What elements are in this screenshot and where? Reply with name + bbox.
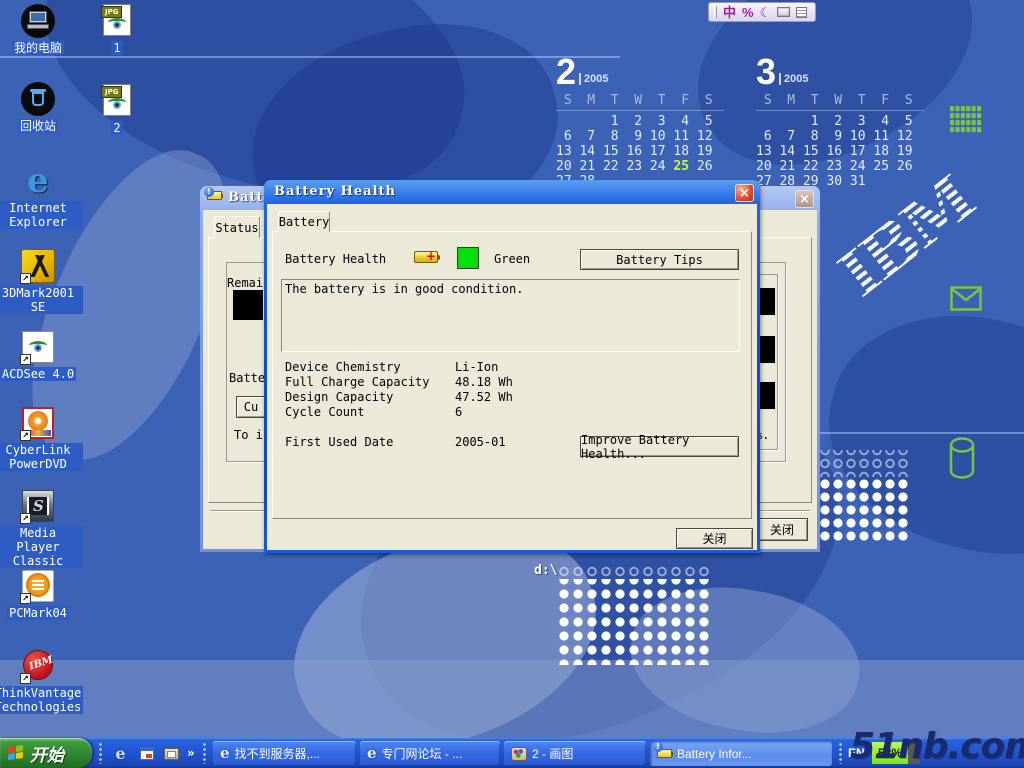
tab-battery[interactable]: Battery bbox=[278, 211, 330, 232]
jpg-file-icon: JPG bbox=[103, 4, 131, 36]
task-button-ie-2[interactable]: e 专门网论坛 - ... bbox=[360, 741, 500, 766]
3dmark-icon: ↗ bbox=[21, 249, 55, 283]
language-bar[interactable]: 中 % ☾ bbox=[708, 2, 816, 22]
watermark: 51nb.com bbox=[850, 726, 1024, 767]
powerdvd-icon: ↗ bbox=[21, 406, 55, 440]
ie-icon: e bbox=[220, 746, 230, 761]
my-computer-icon bbox=[21, 4, 55, 38]
recycle-bin-icon bbox=[21, 82, 55, 116]
desktop: IBM d:\ 22005 S M T W T F S 1 2 3 4 5 6 … bbox=[0, 0, 1024, 768]
quick-launch-show-desktop-icon[interactable] bbox=[163, 745, 180, 762]
calendar-day-headers: S M T W T F S bbox=[556, 93, 724, 108]
taskbar-grip[interactable] bbox=[202, 742, 207, 764]
close-button-cn[interactable]: 关闭 bbox=[676, 528, 753, 549]
close-button[interactable]: × bbox=[735, 184, 754, 202]
quick-launch-ie-icon[interactable]: e bbox=[112, 745, 129, 762]
desktop-icon-pcmark04[interactable]: ↗ PCMark04 bbox=[0, 569, 83, 620]
media-player-classic-icon: S ↗ bbox=[21, 489, 55, 523]
calendar-february: 22005 S M T W T F S 1 2 3 4 5 6 7 8 9 10… bbox=[556, 56, 724, 189]
calendar-month-number: 3 bbox=[756, 56, 776, 88]
task-button-battery-information[interactable]: ! Battery Infor... bbox=[650, 741, 832, 766]
jpg-file-icon: JPG bbox=[103, 84, 131, 116]
grid-icon bbox=[950, 106, 982, 134]
shortcut-arrow-icon: ↗ bbox=[20, 430, 31, 441]
desktop-icon-recycle-bin[interactable]: 回收站 bbox=[0, 82, 83, 133]
calendar-year: 2005 bbox=[779, 73, 808, 85]
close-button-cn[interactable]: 关闭 bbox=[756, 518, 808, 541]
ie-icon: e bbox=[367, 746, 377, 761]
windows-flag-icon bbox=[8, 745, 24, 761]
calendar-today: 25 bbox=[673, 159, 689, 174]
battery-health-dialog-title[interactable]: Battery Health bbox=[274, 184, 396, 199]
task-button-ie-1[interactable]: e 找不到服务器,... bbox=[213, 741, 356, 766]
pcmark-icon: ↗ bbox=[21, 569, 55, 603]
quick-launch-window-icon[interactable] bbox=[138, 745, 155, 762]
language-bar-grip[interactable] bbox=[714, 6, 717, 18]
shortcut-arrow-icon: ↗ bbox=[20, 513, 31, 524]
close-button[interactable]: × bbox=[795, 190, 814, 208]
calendar-year: 2005 bbox=[579, 73, 608, 85]
dot-pattern-right bbox=[818, 477, 910, 543]
desktop-icon-jpg-1[interactable]: JPG 1 bbox=[72, 4, 162, 55]
fullwidth-toggle-icon[interactable]: % bbox=[742, 6, 754, 19]
punctuation-toggle-icon[interactable]: ☾ bbox=[760, 6, 772, 19]
drive-label: d:\ bbox=[534, 563, 557, 578]
start-button[interactable]: 开始 bbox=[0, 738, 92, 768]
thinkvantage-icon: IBM ↗ bbox=[21, 649, 55, 683]
quick-launch-more-chevron[interactable]: » bbox=[187, 746, 195, 760]
shortcut-arrow-icon: ↗ bbox=[20, 593, 31, 604]
desktop-icon-jpg-2[interactable]: JPG 2 bbox=[72, 84, 162, 135]
internet-explorer-icon: e bbox=[21, 164, 55, 198]
battery-information-window-icon: ! bbox=[207, 191, 222, 200]
cylinder-icon bbox=[946, 436, 978, 482]
shortcut-arrow-icon: ↗ bbox=[20, 354, 31, 365]
desktop-icon-3dmark2001[interactable]: ↗ 3DMark2001 SE bbox=[0, 249, 83, 314]
calendar-march: 32005 S M T W T F S 1 2 3 4 5 6 7 8 9 10… bbox=[756, 56, 924, 189]
soft-keyboard-icon[interactable] bbox=[777, 7, 790, 17]
language-bar-menu-icon[interactable] bbox=[796, 7, 807, 18]
tray-grip bbox=[838, 742, 843, 764]
tab-status[interactable]: Status bbox=[214, 216, 260, 238]
desktop-icon-thinkvantage[interactable]: IBM ↗ ThinkVantage Technologies bbox=[0, 649, 83, 714]
quick-launch-grip[interactable] bbox=[98, 742, 103, 764]
dot-pattern-right-outline bbox=[818, 450, 910, 477]
input-method-chinese-icon[interactable]: 中 bbox=[723, 6, 736, 19]
desktop-icon-powerdvd[interactable]: ↗ CyberLink PowerDVD bbox=[0, 406, 83, 471]
desktop-icon-my-computer[interactable]: 我的电脑 bbox=[0, 4, 83, 55]
calendar-month-number: 2 bbox=[556, 56, 576, 88]
desktop-icon-acdsee[interactable]: ↗ ACDSee 4.0 bbox=[0, 330, 83, 381]
envelope-icon bbox=[950, 286, 982, 311]
paint-icon bbox=[511, 747, 527, 761]
dot-pattern-center-outline bbox=[556, 564, 712, 579]
shortcut-arrow-icon: ↗ bbox=[20, 273, 31, 284]
shortcut-arrow-icon: ↗ bbox=[20, 673, 31, 684]
desktop-icon-media-player-classic[interactable]: S ↗ Media Player Classic bbox=[0, 489, 83, 568]
battery-info-icon: ! bbox=[657, 747, 672, 761]
calendar-day-headers: S M T W T F S bbox=[756, 93, 924, 108]
desktop-icon-internet-explorer[interactable]: e Internet Explorer bbox=[0, 164, 83, 229]
task-button-paint[interactable]: 2 - 画图 bbox=[504, 741, 646, 766]
acdsee-icon: ↗ bbox=[21, 330, 55, 364]
battery-health-dialog: Battery Health × Battery Battery Health … bbox=[264, 180, 760, 553]
dot-pattern-center bbox=[556, 579, 712, 665]
